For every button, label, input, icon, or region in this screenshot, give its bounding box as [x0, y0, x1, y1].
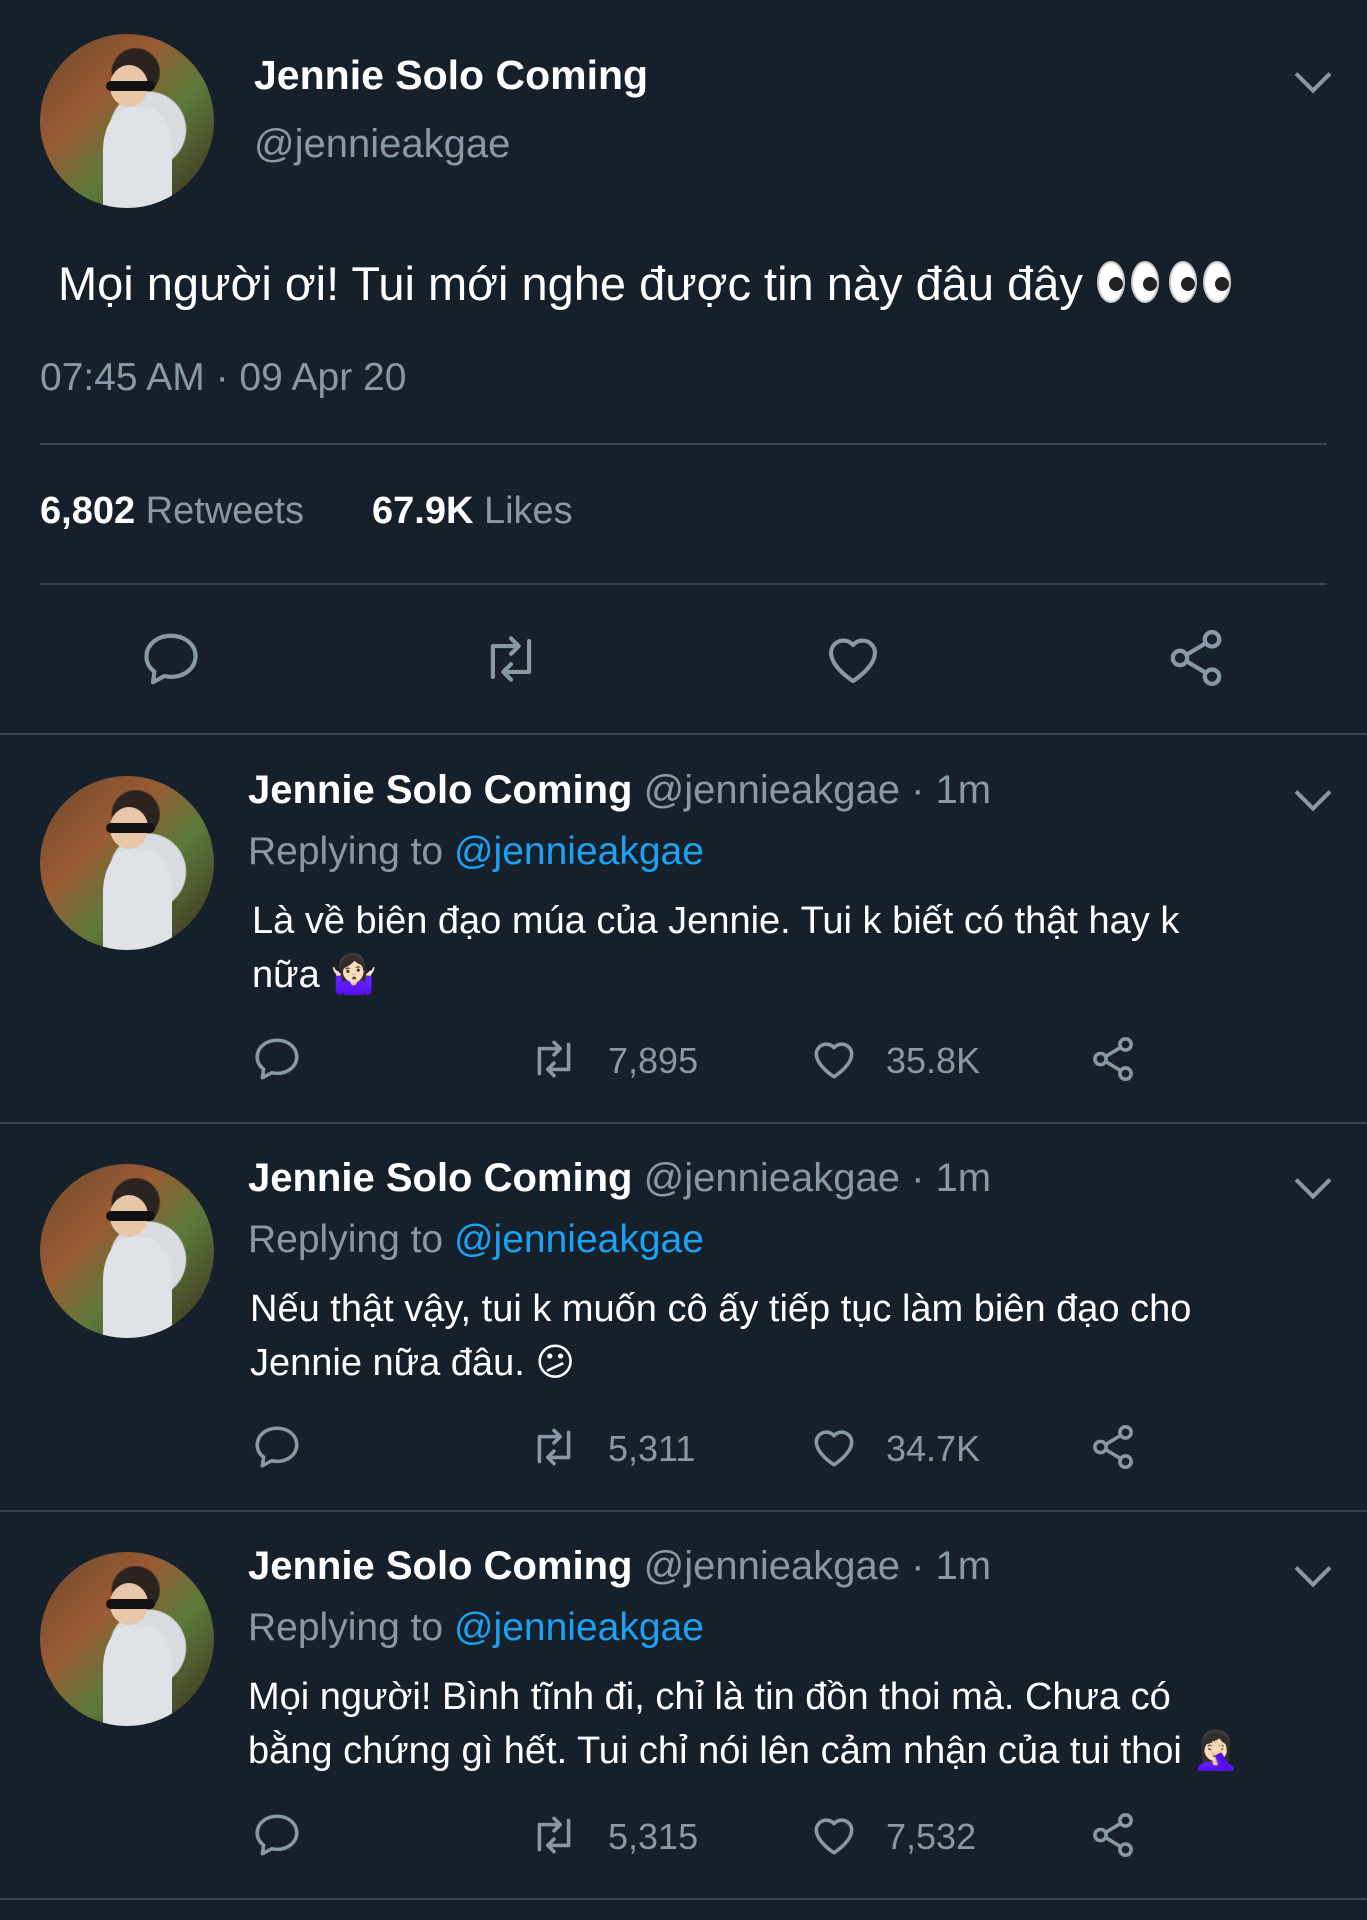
avatar[interactable] [40, 1552, 214, 1726]
likes-label: Likes [483, 490, 573, 532]
author-name[interactable]: Jennie Solo Coming [248, 768, 632, 812]
retweet-count: 7,895 [608, 1040, 699, 1081]
avatar[interactable] [40, 1164, 214, 1338]
replying-to-link[interactable]: @jennieakgae [454, 830, 704, 873]
retweet-icon[interactable] [478, 628, 544, 690]
avatar[interactable] [40, 776, 214, 950]
reply-icon[interactable] [140, 628, 202, 690]
author-name[interactable]: Jennie Solo Coming [254, 52, 648, 99]
retweet-icon[interactable] [526, 1034, 582, 1084]
like-icon[interactable] [808, 1034, 860, 1084]
author-handle-time[interactable]: @jennieakgae · 1m [644, 1156, 991, 1200]
author-name[interactable]: Jennie Solo Coming [248, 1156, 632, 1200]
retweet-icon[interactable] [526, 1422, 582, 1472]
author-handle[interactable]: @jennieakgae [254, 122, 510, 167]
chevron-down-icon[interactable] [1294, 774, 1332, 812]
divider [0, 1510, 1367, 1512]
eyes-emoji-icon [1096, 257, 1232, 318]
replying-to: Replying to @jennieakgae [248, 830, 704, 874]
reply-text: Mọi người! Bình tĩnh đi, chỉ là tin đồn … [248, 1670, 1240, 1778]
replying-label: Replying to [248, 1218, 444, 1261]
reply-text: Nếu thật vậy, tui k muốn cô ấy tiếp tục … [250, 1282, 1191, 1390]
avatar[interactable] [40, 34, 214, 208]
reply-icon[interactable] [252, 1422, 302, 1472]
share-icon[interactable] [1088, 1810, 1138, 1860]
like-count: 7,532 [886, 1816, 977, 1857]
replying-to: Replying to @jennieakgae [248, 1218, 704, 1262]
divider [40, 583, 1327, 585]
reply-text-line: Nếu thật vậy, tui k muốn cô ấy tiếp tục … [250, 1288, 1192, 1330]
reply-text-line: Jennie nữa đâu. 😕 [250, 1342, 575, 1384]
author-name[interactable]: Jennie Solo Coming [248, 1544, 632, 1588]
share-icon[interactable] [1088, 1422, 1138, 1472]
like-icon[interactable] [808, 1422, 860, 1472]
likes-stat[interactable]: 67.9K Likes [372, 490, 573, 533]
replying-label: Replying to [248, 1606, 444, 1649]
chevron-down-icon[interactable] [1294, 1162, 1332, 1200]
divider [0, 733, 1367, 735]
replying-label: Replying to [248, 830, 444, 873]
divider [40, 443, 1327, 445]
reply-header: Jennie Solo Coming @jennieakgae · 1m [248, 768, 991, 813]
divider [0, 1898, 1367, 1900]
like-count: 34.7K [886, 1428, 981, 1469]
reply-text: Là về biên đạo múa của Jennie. Tui k biế… [252, 894, 1179, 1002]
reply-text-line: Là về biên đạo múa của Jennie. Tui k biế… [252, 900, 1180, 942]
chevron-down-icon[interactable] [1294, 1550, 1332, 1588]
like-icon[interactable] [808, 1810, 860, 1860]
replying-to-link[interactable]: @jennieakgae [454, 1218, 704, 1261]
reply-icon[interactable] [252, 1810, 302, 1860]
reply-header: Jennie Solo Coming @jennieakgae · 1m [248, 1544, 991, 1589]
chevron-down-icon[interactable] [1294, 56, 1332, 94]
likes-count: 67.9K [372, 490, 474, 532]
retweet-count: 5,315 [608, 1816, 699, 1857]
retweet-icon[interactable] [526, 1810, 582, 1860]
replying-to-link[interactable]: @jennieakgae [454, 1606, 704, 1649]
author-handle-time[interactable]: @jennieakgae · 1m [644, 768, 991, 812]
reply-text-line: Mọi người! Bình tĩnh đi, chỉ là tin đồn … [248, 1676, 1171, 1718]
share-icon[interactable] [1164, 626, 1228, 690]
retweets-count: 6,802 [40, 490, 136, 532]
tweet-timestamp[interactable]: 07:45 AM · 09 Apr 20 [40, 356, 406, 400]
replying-to: Replying to @jennieakgae [248, 1606, 704, 1650]
share-icon[interactable] [1088, 1034, 1138, 1084]
reply-text-line: bằng chứng gì hết. Tui chỉ nói lên cảm n… [248, 1730, 1240, 1772]
tweet-text-content: Mọi người ơi! Tui mới nghe được tin này … [58, 257, 1083, 310]
like-count: 35.8K [886, 1040, 981, 1081]
reply-header: Jennie Solo Coming @jennieakgae · 1m [248, 1156, 991, 1201]
reply-text-line: nữa 🤷🏻‍♀️ [252, 954, 378, 996]
like-icon[interactable] [822, 628, 884, 690]
retweets-label: Retweets [145, 490, 305, 532]
divider [0, 1122, 1367, 1124]
tweet-text: Mọi người ơi! Tui mới nghe được tin này … [58, 256, 1232, 318]
reply-icon[interactable] [252, 1034, 302, 1084]
retweet-count: 5,311 [608, 1428, 696, 1469]
retweets-stat[interactable]: 6,802 Retweets [40, 490, 304, 533]
author-handle-time[interactable]: @jennieakgae · 1m [644, 1544, 991, 1588]
